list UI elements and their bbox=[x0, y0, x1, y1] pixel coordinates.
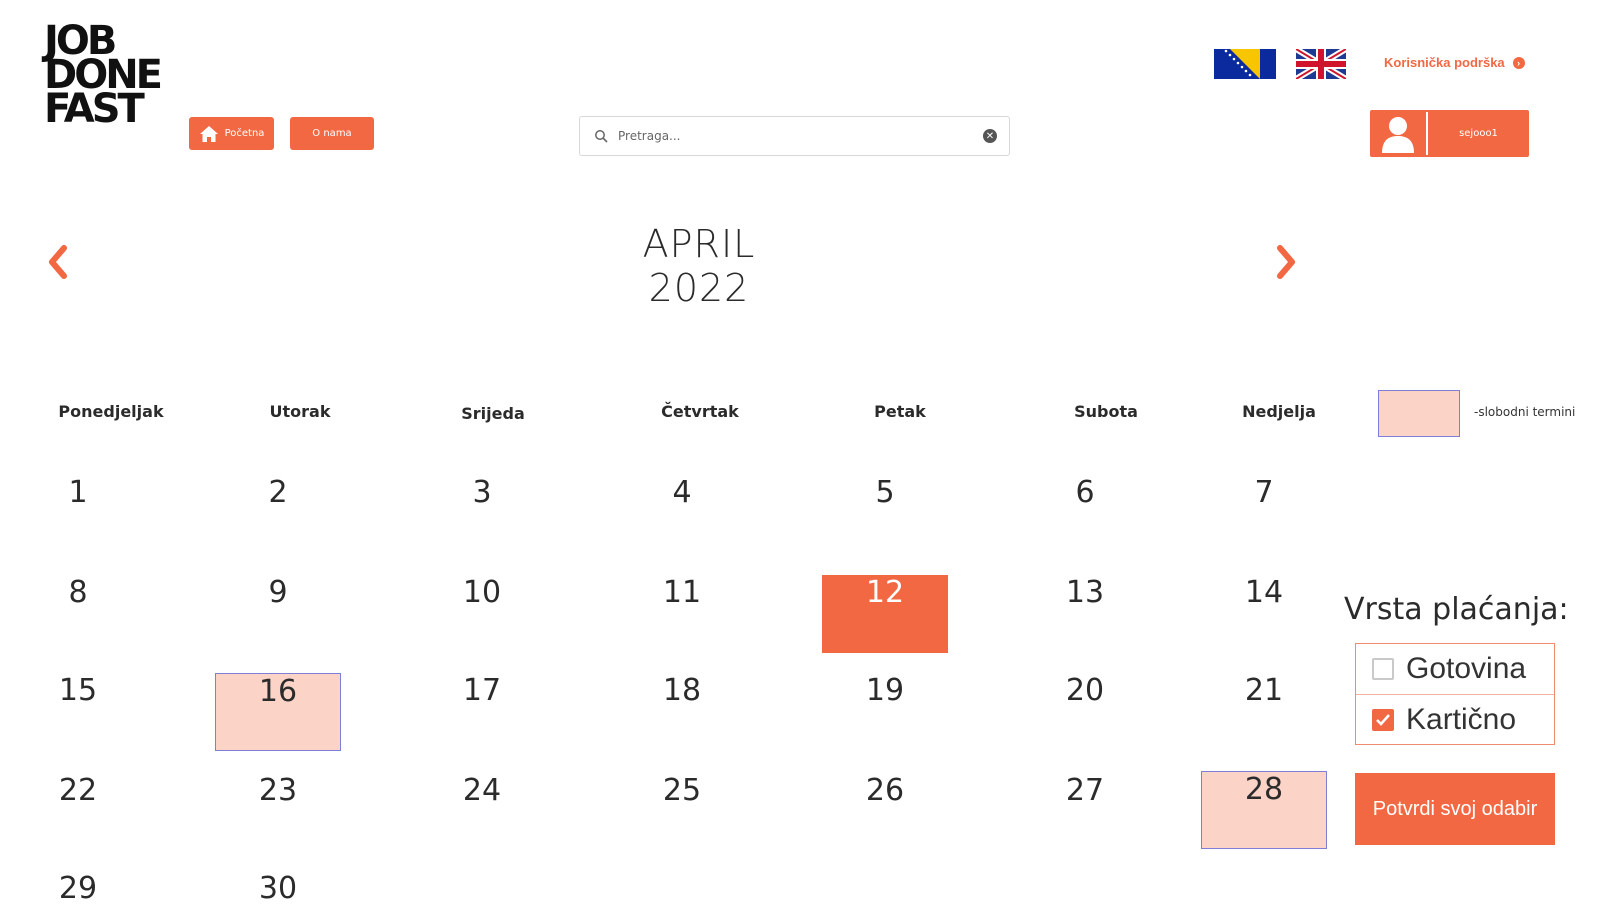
day-cell[interactable]: 30 bbox=[215, 871, 341, 906]
day-cell[interactable]: 29 bbox=[15, 871, 141, 906]
payment-option-label: Kartično bbox=[1406, 703, 1517, 736]
weekday-monday: Ponedjeljak bbox=[58, 402, 164, 421]
home-button-label: Početna bbox=[224, 128, 265, 139]
user-icon bbox=[1382, 116, 1414, 153]
day-cell[interactable]: 13 bbox=[1022, 575, 1148, 610]
support-label: Korisnička podrška bbox=[1384, 55, 1505, 70]
day-cell[interactable]: 25 bbox=[619, 773, 745, 808]
payment-option-cash[interactable]: Gotovina bbox=[1356, 644, 1554, 694]
username: sejooo1 bbox=[1459, 128, 1498, 139]
avatar bbox=[1370, 110, 1426, 157]
day-cell[interactable]: 9 bbox=[215, 575, 341, 610]
support-link[interactable]: Korisnička podrška › bbox=[1384, 55, 1525, 70]
home-icon bbox=[199, 125, 218, 142]
bosnian-flag-icon[interactable] bbox=[1214, 49, 1276, 79]
day-cell[interactable]: 14 bbox=[1201, 575, 1327, 610]
day-cell[interactable]: 6 bbox=[1022, 475, 1148, 510]
selected-day-cell[interactable]: 12 bbox=[822, 575, 948, 653]
logo[interactable]: JOB DONE FAST bbox=[44, 21, 163, 132]
day-cell[interactable]: 19 bbox=[822, 673, 948, 708]
day-cell[interactable]: 18 bbox=[619, 673, 745, 708]
about-button[interactable]: O nama bbox=[290, 117, 374, 150]
day-cell[interactable]: 5 bbox=[822, 475, 948, 510]
about-button-label: O nama bbox=[312, 128, 352, 139]
day-cell[interactable]: 20 bbox=[1022, 673, 1148, 708]
weekday-friday: Petak bbox=[874, 402, 926, 421]
weekday-thursday: Četvrtak bbox=[661, 402, 739, 421]
day-cell[interactable]: 17 bbox=[419, 673, 545, 708]
payment-title: Vrsta plaćanja: bbox=[1344, 592, 1569, 627]
weekday-sunday: Nedjelja bbox=[1242, 402, 1316, 421]
day-cell[interactable]: 7 bbox=[1201, 475, 1327, 510]
day-cell[interactable]: 21 bbox=[1201, 673, 1327, 708]
day-cell[interactable]: 11 bbox=[619, 575, 745, 610]
logo-line-3: FAST bbox=[44, 86, 145, 132]
weekday-tuesday: Utorak bbox=[269, 402, 331, 421]
previous-month-arrow-icon[interactable] bbox=[44, 242, 74, 282]
weekday-wednesday: Srijeda bbox=[461, 404, 525, 423]
day-cell[interactable]: 8 bbox=[15, 575, 141, 610]
day-cell[interactable]: 1 bbox=[15, 475, 141, 510]
day-cell[interactable]: 3 bbox=[419, 475, 545, 510]
payment-option-card[interactable]: Kartično bbox=[1356, 694, 1554, 745]
day-cell[interactable]: 22 bbox=[15, 773, 141, 808]
card-checkbox[interactable] bbox=[1372, 709, 1394, 731]
search-input[interactable] bbox=[616, 128, 983, 144]
english-flag-icon[interactable] bbox=[1296, 49, 1346, 79]
clear-search-icon[interactable]: ✕ bbox=[983, 129, 997, 143]
legend-swatch bbox=[1378, 390, 1460, 437]
search-bar: ✕ bbox=[579, 116, 1010, 156]
chevron-right-icon: › bbox=[1512, 56, 1525, 69]
weekday-saturday: Subota bbox=[1074, 402, 1138, 421]
day-cell[interactable]: 15 bbox=[15, 673, 141, 708]
next-month-arrow-icon[interactable] bbox=[1270, 242, 1300, 282]
payment-options: Gotovina Kartično bbox=[1355, 643, 1555, 745]
month-title: APRIL 2022 bbox=[642, 222, 756, 310]
cash-checkbox[interactable] bbox=[1372, 658, 1394, 680]
day-cell[interactable]: 10 bbox=[419, 575, 545, 610]
home-button[interactable]: Početna bbox=[189, 117, 274, 150]
free-day-cell[interactable]: 28 bbox=[1201, 771, 1327, 849]
payment-option-label: Gotovina bbox=[1406, 652, 1527, 685]
day-cell[interactable]: 24 bbox=[419, 773, 545, 808]
day-cell[interactable]: 23 bbox=[215, 773, 341, 808]
day-cell[interactable]: 2 bbox=[215, 475, 341, 510]
day-cell[interactable]: 26 bbox=[822, 773, 948, 808]
day-cell[interactable]: 4 bbox=[619, 475, 745, 510]
user-profile-button[interactable]: sejooo1 bbox=[1370, 110, 1529, 157]
free-day-cell[interactable]: 16 bbox=[215, 673, 341, 751]
confirm-button[interactable]: Potvrdi svoj odabir bbox=[1355, 773, 1555, 845]
checkmark-icon bbox=[1376, 714, 1390, 726]
legend-label: -slobodni termini bbox=[1474, 405, 1576, 419]
day-cell[interactable]: 27 bbox=[1022, 773, 1148, 808]
search-icon bbox=[595, 130, 608, 143]
